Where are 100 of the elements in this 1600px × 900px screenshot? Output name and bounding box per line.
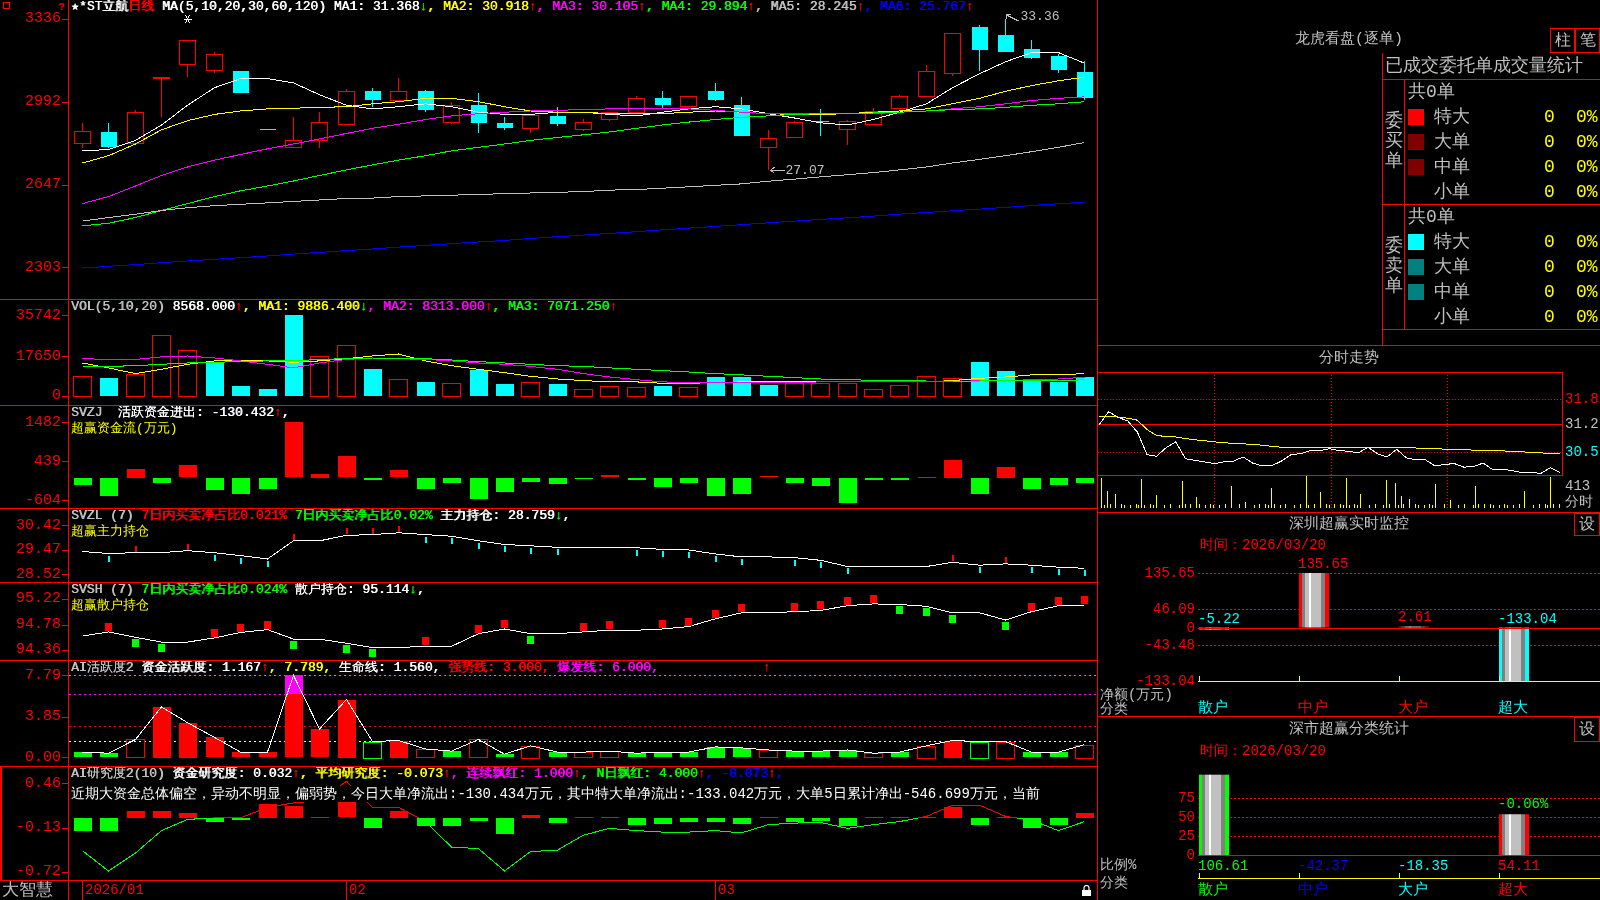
candlestick bbox=[496, 116, 513, 131]
axis-label: 46.09 bbox=[1152, 602, 1195, 616]
candlestick bbox=[601, 111, 618, 122]
order-type: 中单 bbox=[1434, 280, 1471, 303]
trend-arrow: ↑ bbox=[260, 661, 269, 675]
axis-label: 17650 bbox=[16, 348, 61, 364]
indicator-reading: , N日飘红: 4.000 bbox=[580, 767, 698, 781]
candlestick bbox=[944, 33, 961, 77]
value-label: 54.11 bbox=[1498, 859, 1540, 873]
candlestick bbox=[259, 128, 276, 131]
asterisk-icon bbox=[183, 14, 192, 24]
trend-arrow: ↑ bbox=[856, 0, 865, 14]
indicator-reading: , 7.789, bbox=[268, 661, 332, 675]
trend-arrow: ↑ bbox=[292, 767, 300, 781]
indicator-reading: , MA5: 28.245 bbox=[755, 0, 857, 14]
trend-arrow: ↓ bbox=[409, 583, 417, 597]
order-percent: 0% bbox=[1576, 106, 1598, 129]
axis-label: 94.78 bbox=[16, 617, 61, 633]
order-count: 0 bbox=[1544, 256, 1555, 278]
indicator-reading: SVZL (7) bbox=[71, 509, 134, 523]
value-label: -5.22 bbox=[1198, 611, 1240, 626]
settings-button[interactable]: 设 bbox=[1574, 513, 1600, 536]
summary-text: 近期大资金总体偏空，异动不明显，偏弱势，今日大单净流出:-130.434万元，其中特大单净流出:-133.042万元，大单5日累计净出-546.699万元，当前 bbox=[71, 786, 1040, 802]
category-label: 中户 bbox=[1298, 883, 1328, 898]
order-type: 特大 bbox=[1434, 231, 1471, 254]
amount-bar bbox=[1499, 814, 1529, 855]
indicator-reading: SVSH (7) bbox=[71, 583, 134, 597]
order-count: 0 bbox=[1544, 280, 1555, 303]
trend-arrow: ↑ bbox=[273, 406, 282, 420]
order-total: 共0单 bbox=[1408, 206, 1455, 229]
signal-arrow: ↑ bbox=[762, 661, 771, 675]
axis-label: 95.22 bbox=[16, 591, 61, 606]
trend-arrow: ↓ bbox=[419, 0, 428, 14]
date-time: 时间：2026/03/20 bbox=[1200, 743, 1326, 759]
value-label: -18.35 bbox=[1398, 859, 1449, 873]
date-label: 03 bbox=[715, 881, 735, 900]
axis-label: -0.72 bbox=[16, 864, 61, 880]
axis-label: 7.79 bbox=[25, 667, 61, 683]
candlestick bbox=[997, 18, 1014, 53]
candlestick bbox=[522, 113, 539, 134]
order-percent: 0% bbox=[1576, 256, 1598, 278]
candlestick bbox=[364, 87, 381, 108]
amount-bar bbox=[1299, 573, 1329, 628]
order-type: 小单 bbox=[1434, 180, 1471, 203]
axis-label: 3.85 bbox=[25, 709, 61, 725]
candlestick bbox=[680, 95, 697, 110]
value-label: -133.04 bbox=[1498, 611, 1557, 626]
axis-label: 50 bbox=[1177, 810, 1195, 825]
indicator-reading: , -0.073 bbox=[705, 767, 768, 781]
panel-title: 分时走势 bbox=[1319, 350, 1379, 368]
order-type: 大单 bbox=[1434, 256, 1471, 278]
toggle-button[interactable]: 笔 bbox=[1575, 28, 1600, 53]
axis-label: 94.36 bbox=[16, 642, 61, 658]
leader-arrow bbox=[770, 166, 785, 174]
axis-label: 3336 bbox=[25, 11, 61, 27]
indicator-reading: , MA6: 25.767 bbox=[864, 0, 966, 14]
trend-arrow: ↑ bbox=[767, 767, 776, 781]
order-count: 0 bbox=[1544, 305, 1555, 328]
indicator-reading: 日线 bbox=[128, 0, 155, 14]
axis-label: -0.13 bbox=[16, 820, 61, 836]
axis-label: 0 bbox=[52, 388, 61, 404]
candlestick bbox=[100, 122, 117, 149]
order-type: 大单 bbox=[1434, 131, 1471, 153]
indicator-reading: , 连续飘红: 1.000 bbox=[450, 767, 573, 781]
indicator-reading: VOL(5,10,20) bbox=[71, 300, 165, 314]
category-label: 超大 bbox=[1498, 701, 1528, 716]
category-label: 中户 bbox=[1298, 701, 1328, 716]
price-label: 27.07 bbox=[785, 162, 825, 178]
app-logo: 大智慧 bbox=[1, 881, 53, 900]
indicator-reading: 爆发线: 6.000, bbox=[556, 661, 659, 675]
candlestick bbox=[285, 116, 302, 149]
candlestick bbox=[971, 24, 988, 72]
order-count: 0 bbox=[1544, 155, 1555, 178]
axis-label: 28.52 bbox=[16, 567, 61, 582]
axis-label: 31.8 bbox=[1565, 391, 1599, 406]
axis-label: -604 bbox=[25, 492, 61, 508]
candlestick bbox=[390, 77, 407, 101]
date-time: 时间：2026/03/20 bbox=[1200, 537, 1326, 553]
toggle-button[interactable]: 柱 bbox=[1550, 28, 1575, 53]
trend-arrow: ↑ bbox=[528, 0, 537, 14]
axis-label: 2303 bbox=[25, 259, 61, 275]
trend-arrow: ↑ bbox=[572, 767, 581, 781]
axis-label: 25 bbox=[1177, 829, 1195, 844]
indicator-reading: , MA2: 8313.000 bbox=[367, 300, 485, 314]
axis-label: -133.04 bbox=[1136, 674, 1195, 688]
indicator-reading: , MA3: 7071.250 bbox=[492, 300, 610, 314]
indicator-reading: , bbox=[562, 509, 571, 523]
indicator-reading: SVZJ bbox=[71, 406, 103, 420]
indicator-reading: , bbox=[416, 583, 425, 597]
settings-button[interactable]: 设 bbox=[1574, 717, 1600, 742]
axis-label: 2647 bbox=[25, 177, 61, 193]
axis-label: 1482 bbox=[25, 414, 61, 430]
square-icon bbox=[3, 2, 10, 9]
indicator-reading: 7日内买卖净占比0.024% bbox=[140, 583, 287, 597]
indicator-caption: 超赢资金流(万元) bbox=[71, 421, 178, 436]
order-type: 中单 bbox=[1434, 155, 1471, 178]
candlestick bbox=[1023, 39, 1040, 60]
lock-icon bbox=[1082, 885, 1091, 896]
candlestick bbox=[127, 109, 144, 145]
indicator-reading: 7日内买卖净占比0.02% bbox=[293, 509, 433, 523]
